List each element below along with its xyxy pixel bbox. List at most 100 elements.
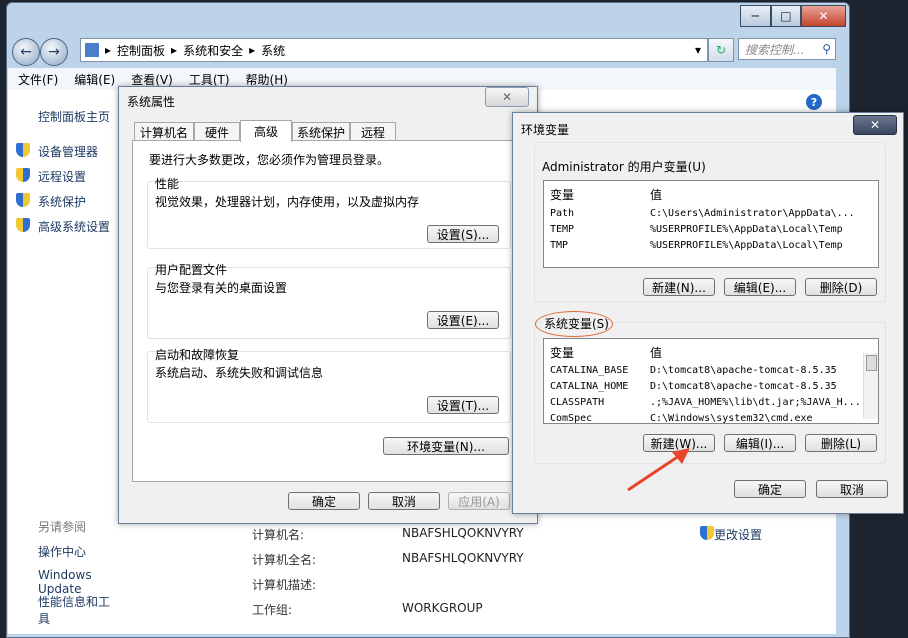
system-vars-list[interactable]: 变量 值 CATALINA_BASE D:\tomcat8\apache-tom… (543, 338, 879, 424)
tab-computer-name[interactable]: 计算机名 (134, 122, 194, 141)
see-also-performance[interactable]: 性能信息和工具 (38, 593, 120, 627)
var-value: C:\Users\Administrator\AppData\... (650, 208, 855, 219)
list-item[interactable]: CLASSPATH .;%JAVA_HOME%\lib\dt.jar;%JAVA… (544, 397, 878, 413)
address-bar[interactable]: ▸ 控制面板 ▸ 系统和安全 ▸ 系统 ▾ (80, 38, 708, 62)
forward-button[interactable]: → (40, 38, 68, 66)
help-icon[interactable]: ? (806, 94, 822, 110)
tab-remote[interactable]: 远程 (350, 122, 396, 141)
breadcrumb-system-security[interactable]: 系统和安全 (183, 42, 243, 59)
list-item[interactable]: CATALINA_HOME D:\tomcat8\apache-tomcat-8… (544, 381, 878, 397)
see-also-windows-update[interactable]: Windows Update (38, 568, 120, 596)
startup-recovery-desc: 系统启动、系统失败和调试信息 (155, 366, 324, 380)
side-link-protection[interactable]: 系统保护 (38, 193, 86, 210)
menu-edit[interactable]: 编辑(E) (74, 71, 115, 88)
menu-help[interactable]: 帮助(H) (246, 71, 288, 88)
env-cancel-button[interactable]: 取消 (816, 480, 888, 498)
var-name: CATALINA_BASE (550, 365, 629, 376)
side-link-advanced[interactable]: 高级系统设置 (38, 218, 110, 235)
arrow-head (672, 448, 690, 464)
arrow-shaft (627, 452, 683, 492)
performance-desc: 视觉效果，处理器计划，内存使用，以及虚拟内存 (155, 195, 420, 209)
close-button[interactable]: ✕ (801, 5, 847, 27)
computer-name-value: NBAFSHLQOKNVYRY (402, 526, 524, 540)
var-name: CLASSPATH (550, 397, 605, 408)
user-vars-title: Administrator 的用户变量(U) (542, 160, 706, 174)
user-profiles-settings-button[interactable]: 设置(E)... (427, 311, 499, 329)
maximize-button[interactable]: □ (770, 5, 802, 27)
environment-variables-button[interactable]: 环境变量(N)... (383, 437, 509, 455)
annotation-circle (535, 311, 613, 337)
refresh-icon[interactable]: ↻ (708, 38, 734, 62)
tab-system-protection[interactable]: 系统保护 (292, 122, 350, 141)
shield-icon (16, 168, 30, 182)
shield-icon (16, 143, 30, 157)
full-name-label: 计算机全名: (252, 553, 317, 567)
menu-view[interactable]: 查看(V) (131, 71, 173, 88)
list-item[interactable]: TMP %USERPROFILE%\AppData\Local\Temp (544, 240, 878, 256)
list-header: 变量 值 (544, 181, 878, 203)
tab-hardware[interactable]: 硬件 (194, 122, 240, 141)
search-placeholder: 搜索控制... (745, 42, 805, 57)
list-item[interactable]: ComSpec C:\Windows\system32\cmd.exe (544, 413, 878, 424)
performance-title: 性能 (155, 177, 180, 191)
startup-recovery-title: 启动和故障恢复 (155, 348, 240, 362)
list-item[interactable]: TEMP %USERPROFILE%\AppData\Local\Temp (544, 224, 878, 240)
annotation-arrow (627, 448, 690, 492)
var-value: D:\tomcat8\apache-tomcat-8.5.35 (650, 381, 837, 392)
var-value: %USERPROFILE%\AppData\Local\Temp (650, 240, 843, 251)
back-button[interactable]: ← (12, 38, 40, 66)
list-item[interactable]: CATALINA_BASE D:\tomcat8\apache-tomcat-8… (544, 365, 878, 381)
search-input[interactable]: 搜索控制... ⚲ (738, 38, 836, 60)
sysprops-ok-button[interactable]: 确定 (288, 492, 360, 510)
menu-file[interactable]: 文件(F) (18, 71, 58, 88)
search-icon: ⚲ (822, 42, 831, 56)
control-panel-icon (85, 43, 99, 57)
menu-tools[interactable]: 工具(T) (189, 71, 230, 88)
breadcrumb-sep-icon: ▸ (171, 43, 178, 57)
var-name: TEMP (550, 224, 575, 235)
side-link-home[interactable]: 控制面板主页 (38, 108, 110, 125)
system-delete-button[interactable]: 删除(L) (805, 434, 877, 452)
breadcrumb-control-panel[interactable]: 控制面板 (117, 42, 165, 59)
col-variable[interactable]: 变量 (550, 186, 574, 203)
env-dialog-title: 环境变量 (521, 123, 570, 137)
var-name: CATALINA_HOME (550, 381, 629, 392)
scroll-thumb[interactable] (866, 355, 877, 371)
startup-recovery-settings-button[interactable]: 设置(T)... (427, 396, 499, 414)
sysprops-apply-button[interactable]: 应用(A) (448, 492, 510, 510)
var-name: Path (550, 208, 575, 219)
shield-icon (16, 218, 30, 232)
full-name-value: NBAFSHLQOKNVYRY (402, 551, 524, 565)
admin-note: 要进行大多数更改，您必须作为管理员登录。 (149, 153, 390, 167)
list-item[interactable]: Path C:\Users\Administrator\AppData\... (544, 208, 878, 224)
col-value[interactable]: 值 (650, 344, 662, 361)
dropdown-arrow-icon[interactable]: ▾ (695, 43, 701, 57)
close-icon[interactable]: ✕ (485, 87, 529, 107)
computer-name-label: 计算机名: (252, 528, 305, 542)
performance-settings-button[interactable]: 设置(S)... (427, 225, 499, 243)
var-name: ComSpec (550, 413, 593, 424)
user-new-button[interactable]: 新建(N)... (643, 278, 715, 296)
user-vars-list[interactable]: 变量 值 Path C:\Users\Administrator\AppData… (543, 180, 879, 268)
env-ok-button[interactable]: 确定 (734, 480, 806, 498)
breadcrumb-sep-icon: ▸ (249, 43, 256, 57)
sysprops-cancel-button[interactable]: 取消 (368, 492, 440, 510)
breadcrumb-system[interactable]: 系统 (261, 42, 285, 59)
user-edit-button[interactable]: 编辑(E)... (724, 278, 796, 296)
close-icon[interactable]: ✕ (853, 115, 897, 135)
side-link-remote[interactable]: 远程设置 (38, 168, 86, 185)
col-value[interactable]: 值 (650, 186, 662, 203)
scrollbar[interactable] (863, 353, 878, 419)
col-variable[interactable]: 变量 (550, 344, 574, 361)
user-delete-button[interactable]: 删除(D) (805, 278, 877, 296)
system-edit-button[interactable]: 编辑(I)... (724, 434, 796, 452)
shield-icon (16, 193, 30, 207)
workgroup-value: WORKGROUP (402, 601, 483, 615)
tab-advanced[interactable]: 高级 (240, 120, 292, 142)
see-also-action-center[interactable]: 操作中心 (38, 543, 86, 560)
user-profiles-title: 用户配置文件 (155, 263, 228, 277)
change-settings-link[interactable]: 更改设置 (714, 526, 762, 543)
side-link-device-manager[interactable]: 设备管理器 (38, 143, 98, 160)
minimize-button[interactable]: ─ (740, 5, 771, 27)
workgroup-label: 工作组: (252, 603, 293, 617)
